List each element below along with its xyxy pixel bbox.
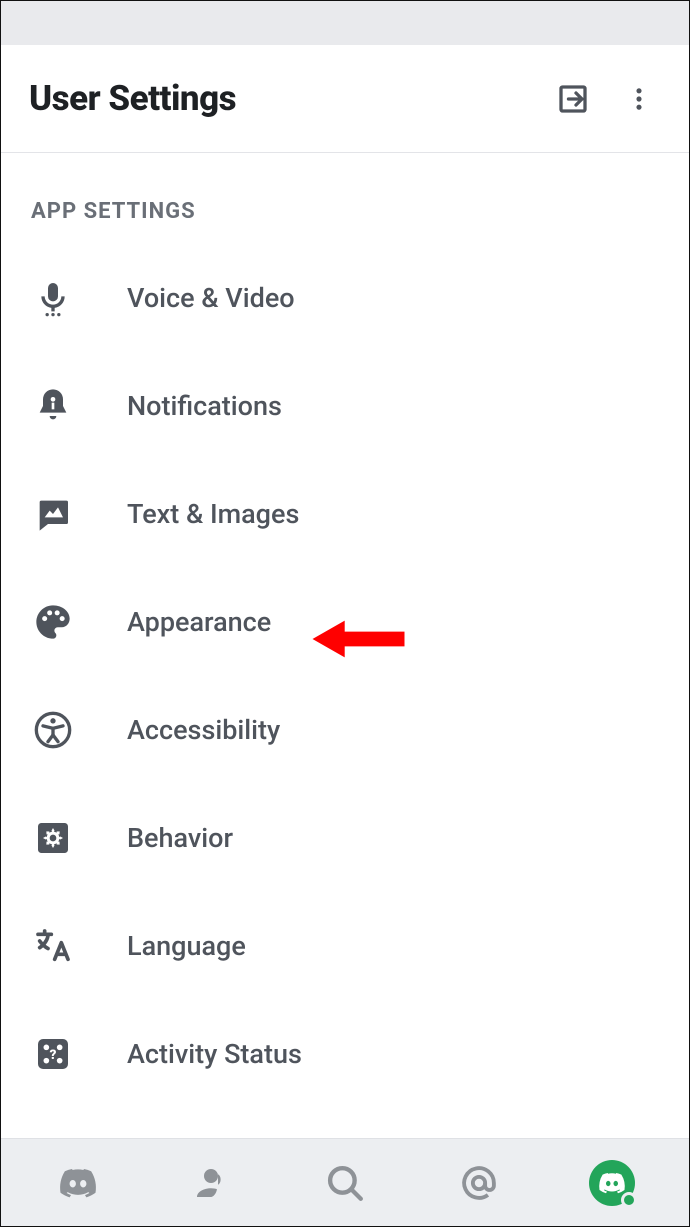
- settings-item-label: Language: [127, 930, 246, 962]
- bell-icon: [21, 386, 85, 426]
- bottom-nav: [1, 1138, 689, 1226]
- svg-text:?: ?: [50, 1048, 57, 1063]
- settings-item-label: Activity Status: [127, 1038, 302, 1070]
- header-bar: User Settings: [1, 45, 689, 153]
- image-chat-icon: [21, 494, 85, 534]
- accessibility-icon: [21, 710, 85, 750]
- settings-item-label: Behavior: [127, 822, 233, 854]
- gear-box-icon: [21, 818, 85, 858]
- settings-item-notifications[interactable]: Notifications: [1, 352, 689, 460]
- settings-section: APP SETTINGS Voice & Video: [1, 153, 689, 1138]
- app-frame: User Settings APP SETTINGS: [0, 0, 690, 1227]
- nav-friends-icon[interactable]: [181, 1153, 241, 1213]
- palette-icon: [21, 602, 85, 642]
- settings-item-label: Voice & Video: [127, 282, 295, 314]
- page-title: User Settings: [29, 78, 529, 119]
- dice-icon: ?: [21, 1034, 85, 1074]
- exit-icon[interactable]: [551, 77, 595, 121]
- settings-item-appearance[interactable]: Appearance: [1, 568, 689, 676]
- settings-item-accessibility[interactable]: Accessibility: [1, 676, 689, 784]
- status-bar: [1, 1, 689, 45]
- more-icon[interactable]: [617, 77, 661, 121]
- settings-item-label: Appearance: [127, 606, 271, 638]
- nav-discord-icon[interactable]: [48, 1153, 108, 1213]
- settings-item-voice-video[interactable]: Voice & Video: [1, 244, 689, 352]
- settings-item-behavior[interactable]: Behavior: [1, 784, 689, 892]
- section-title: APP SETTINGS: [1, 167, 689, 244]
- settings-item-activity-status[interactable]: ? Activity Status: [1, 1000, 689, 1108]
- settings-item-label: Notifications: [127, 390, 282, 422]
- translate-icon: [21, 926, 85, 966]
- settings-item-label: Accessibility: [127, 714, 280, 746]
- nav-mentions-icon[interactable]: [449, 1153, 509, 1213]
- nav-search-icon[interactable]: [315, 1153, 375, 1213]
- settings-item-label: Text & Images: [127, 498, 299, 530]
- settings-item-text-images[interactable]: Text & Images: [1, 460, 689, 568]
- nav-profile-icon[interactable]: [582, 1153, 642, 1213]
- settings-item-language[interactable]: Language: [1, 892, 689, 1000]
- mic-icon: [21, 278, 85, 318]
